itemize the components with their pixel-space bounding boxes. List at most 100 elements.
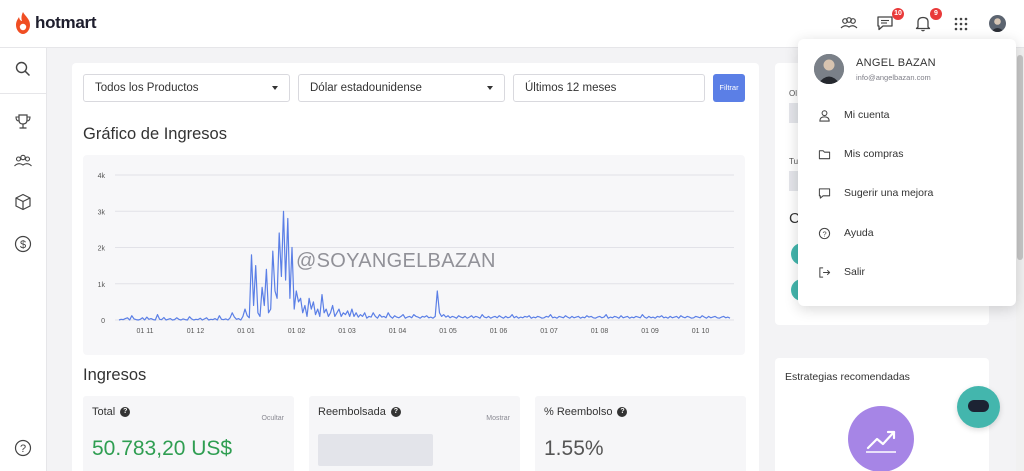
currency-select[interactable]: Dólar estadounidense (298, 74, 505, 102)
help-icon: ? (818, 227, 831, 239)
community-icon[interactable] (13, 151, 33, 171)
folder-icon (818, 149, 831, 159)
currency-select-value: Dólar estadounidense (310, 82, 422, 94)
x-tick-label: 01 08 (591, 328, 609, 335)
help-icon[interactable]: ? (617, 407, 628, 417)
x-tick-label: 01 07 (540, 328, 558, 335)
search-icon[interactable] (13, 59, 33, 79)
product-select-value: Todos los Productos (95, 82, 199, 94)
menu-item-label: Salir (844, 266, 866, 278)
x-tick-label: 01 11 (137, 328, 154, 335)
notifications-badge: 9 (930, 8, 942, 20)
hidden-value-placeholder (318, 434, 433, 466)
trend-up-icon (866, 430, 896, 453)
stat-label-text: Total (92, 406, 116, 418)
caret-down-icon (487, 86, 493, 90)
dashboard-card: Todos los Productos Dólar estadounidense… (72, 63, 759, 471)
x-tick-label: 01 02 (288, 328, 306, 335)
messages-button[interactable]: 10 (876, 8, 904, 34)
help-icon[interactable]: ? (13, 438, 33, 458)
sidebar: $ ? (0, 48, 47, 471)
chat-bubble-icon (968, 400, 989, 412)
menu-item-purchases[interactable]: Mis compras (818, 144, 904, 164)
partial-label: Tu (789, 157, 799, 166)
chart-title: Gráfico de Ingresos (83, 125, 227, 143)
chat-support-button[interactable] (957, 386, 1000, 428)
stat-label-text: Reembolsada (318, 406, 386, 418)
community-icon[interactable] (839, 14, 859, 34)
menu-item-logout[interactable]: Salir (818, 262, 865, 282)
y-tick-label: 4k (98, 173, 106, 180)
svg-text:?: ? (20, 443, 26, 455)
notifications-button[interactable]: 9 (914, 8, 942, 34)
x-tick-label: 01 06 (490, 328, 508, 335)
menu-item-help[interactable]: ? Ayuda (818, 223, 874, 243)
stat-value: 1.55% (544, 437, 604, 460)
user-avatar[interactable] (989, 15, 1006, 32)
stat-value: 50.783,20 US$ (92, 437, 233, 460)
help-icon[interactable]: ? (120, 407, 131, 417)
avatar-image (991, 18, 1004, 32)
stat-card-refunded: Reembolsada ? Mostrar (309, 396, 520, 471)
stat-card-total: Total ? Ocultar 50.783,20 US$ (83, 396, 294, 471)
period-input[interactable]: Últimos 12 meses (513, 74, 705, 102)
product-select[interactable]: Todos los Productos (83, 74, 290, 102)
user-email: info@angelbazan.com (856, 73, 931, 82)
hide-toggle[interactable]: Ocultar (261, 415, 284, 422)
scrollbar-thumb[interactable] (1017, 55, 1023, 260)
menu-item-label: Sugerir una mejora (844, 187, 934, 199)
avatar-image (814, 54, 844, 84)
stat-card-refund-rate: % Reembolso ? 1.55% (535, 396, 746, 471)
stat-label: Total ? (92, 406, 131, 418)
y-tick-label: 3k (98, 209, 106, 216)
menu-item-label: Mi cuenta (844, 109, 890, 121)
x-tick-label: 01 03 (338, 328, 356, 335)
period-input-value: Últimos 12 meses (525, 82, 617, 94)
menu-item-suggest[interactable]: Sugerir una mejora (818, 183, 933, 203)
user-name: ANGEL BAZAN (856, 57, 936, 69)
messages-icon (877, 16, 893, 31)
bell-icon (915, 16, 931, 32)
filter-button[interactable]: Filtrar (713, 74, 745, 102)
help-icon[interactable]: ? (390, 407, 401, 417)
caret-down-icon (272, 86, 278, 90)
hotmart-logo[interactable]: hotmart (14, 12, 96, 34)
menu-item-label: Ayuda (844, 227, 874, 239)
y-tick-label: 1k (98, 282, 106, 289)
menu-item-label: Mis compras (844, 148, 904, 160)
trophy-icon[interactable] (13, 112, 33, 132)
svg-text:$: $ (20, 239, 26, 251)
flame-icon (16, 12, 30, 34)
show-toggle[interactable]: Mostrar (486, 415, 510, 422)
brand-name: hotmart (35, 13, 97, 32)
growth-illustration (848, 406, 914, 471)
y-tick-label: 0 (101, 318, 105, 325)
sidebar-divider (0, 93, 47, 94)
y-tick-label: 2k (98, 246, 106, 253)
x-tick-label: 01 01 (237, 328, 255, 335)
user-icon (819, 109, 830, 122)
logout-icon (819, 266, 831, 278)
messages-badge: 10 (892, 8, 904, 20)
box-icon[interactable] (13, 192, 33, 212)
watermark: @SOYANGELBAZAN (296, 250, 496, 272)
menu-avatar (814, 54, 844, 84)
x-tick-label: 01 12 (187, 328, 205, 335)
ingresos-title: Ingresos (83, 366, 147, 384)
x-tick-label: 01 04 (389, 328, 407, 335)
x-tick-label: 01 09 (641, 328, 659, 335)
recommended-title: Estrategias recomendadas (785, 371, 910, 383)
x-tick-label: 01 05 (439, 328, 457, 335)
apps-grid-icon[interactable] (951, 14, 971, 34)
menu-item-account[interactable]: Mi cuenta (818, 105, 890, 125)
user-menu: ANGEL BAZAN info@angelbazan.com Mi cuent… (798, 39, 1016, 306)
stat-label: Reembolsada ? (318, 406, 401, 418)
dollar-icon[interactable]: $ (13, 234, 33, 254)
recommended-strategies-card: Estrategias recomendadas (775, 358, 989, 471)
partial-label: Ol (789, 89, 797, 98)
stat-label: % Reembolso ? (544, 406, 628, 418)
svg-text:?: ? (822, 229, 826, 238)
comment-icon (818, 187, 831, 199)
stat-label-text: % Reembolso (544, 406, 613, 418)
x-tick-label: 01 10 (692, 328, 710, 335)
